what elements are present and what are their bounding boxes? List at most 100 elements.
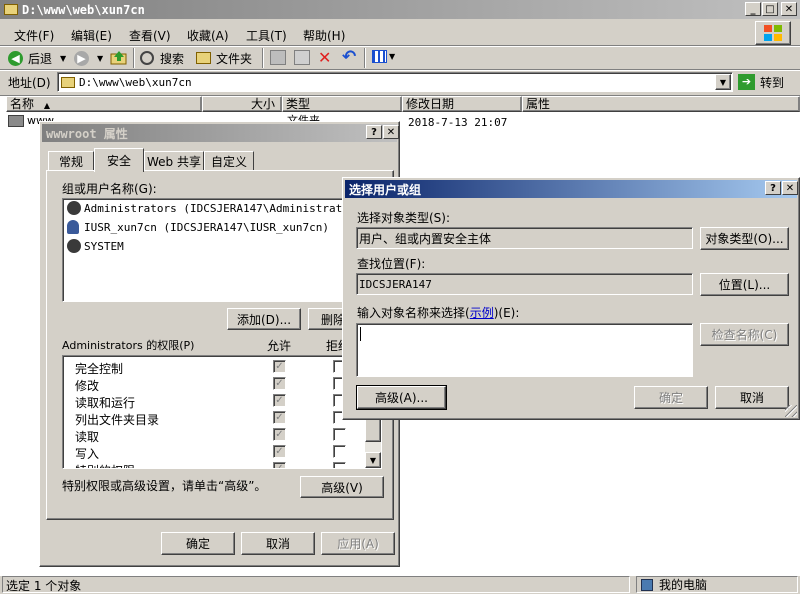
allow-checkbox[interactable]: ✓ xyxy=(273,462,286,468)
column-name[interactable]: 名称 ▲ xyxy=(6,96,202,112)
address-field[interactable]: D:\www\web\xun7cn xyxy=(57,72,733,92)
search-icon xyxy=(140,51,154,65)
chevron-down-icon[interactable]: ▼ xyxy=(60,54,66,63)
select-users-titlebar: 选择用户或组 xyxy=(345,180,797,198)
folder-icon xyxy=(61,76,75,88)
list-item[interactable]: IUSR_xun7cn (IDCSJERA147\IUSR_xun7cn) xyxy=(67,220,329,234)
location-field: IDCSJERA147 xyxy=(356,273,693,295)
copy-to-icon[interactable] xyxy=(294,50,310,65)
address-dropdown[interactable]: ▼ xyxy=(715,74,731,90)
properties-title: wwwroot 属性 xyxy=(46,126,128,141)
allow-checkbox[interactable]: ✓ xyxy=(273,445,286,458)
permission-label: 读取 xyxy=(75,430,100,444)
permission-row: 完全控制 ✓ xyxy=(63,359,363,376)
advanced-button[interactable]: 高级(V) xyxy=(300,476,384,498)
chevron-down-icon: ▼ xyxy=(389,52,396,61)
back-arrow-icon: ◀ xyxy=(8,50,23,66)
list-item[interactable]: Administrators (IDCSJERA147\Administrato… xyxy=(67,201,362,215)
location-label: 查找位置(F): xyxy=(357,257,426,271)
search-button[interactable]: 搜索 xyxy=(140,49,184,67)
help-button[interactable]: ? xyxy=(366,125,382,139)
help-button[interactable]: ? xyxy=(765,181,781,195)
object-type-field: 用户、组或内置安全主体 xyxy=(356,227,693,249)
chevron-down-icon[interactable]: ▼ xyxy=(97,54,103,63)
check-names-button[interactable]: 检查名称(C) xyxy=(700,323,789,346)
examples-link[interactable]: 示例 xyxy=(470,306,494,320)
apply-button[interactable]: 应用(A) xyxy=(321,532,395,555)
permissions-list[interactable]: 完全控制✓修改✓读取和运行✓列出文件夹目录✓读取✓写入✓特别的权限✓ ▲ ▼ xyxy=(62,355,382,469)
allow-column-label: 允许 xyxy=(267,339,292,353)
tab-web-sharing[interactable]: Web 共享 xyxy=(144,151,204,171)
ok-button[interactable]: 确定 xyxy=(634,386,708,409)
locations-button[interactable]: 位置(L)... xyxy=(700,273,789,296)
move-to-icon[interactable] xyxy=(270,50,286,65)
menu-tools[interactable]: 工具(T) xyxy=(246,27,287,44)
permission-row: 读取和运行 ✓ xyxy=(63,393,363,410)
undo-icon[interactable]: ↶ xyxy=(342,47,356,67)
menu-file[interactable]: 文件(F) xyxy=(14,27,54,44)
deny-checkbox[interactable] xyxy=(333,462,346,468)
user-icon xyxy=(67,220,79,234)
status-location: 我的电脑 xyxy=(659,578,708,592)
go-arrow-icon: ➔ xyxy=(738,74,755,90)
allow-checkbox[interactable]: ✓ xyxy=(273,428,286,441)
close-button[interactable]: ✕ xyxy=(781,2,797,16)
object-names-input[interactable] xyxy=(356,323,693,377)
permission-label: 完全控制 xyxy=(75,362,124,376)
permission-row: 特别的权限 ✓ xyxy=(63,461,363,468)
user-list[interactable]: Administrators (IDCSJERA147\Administrato… xyxy=(62,198,380,302)
enter-names-label: 输入对象名称来选择(示例)(E): xyxy=(357,306,520,320)
cancel-button[interactable]: 取消 xyxy=(715,386,789,409)
search-label: 搜索 xyxy=(160,51,185,66)
advanced-hint: 特别权限或高级设置，请单击“高级”。 xyxy=(62,479,267,493)
group-label: 组或用户名称(G): xyxy=(62,182,157,196)
menu-favorites[interactable]: 收藏(A) xyxy=(187,27,229,44)
go-button[interactable]: ➔ 转到 xyxy=(738,73,784,91)
permission-label: 读取和运行 xyxy=(75,396,136,410)
allow-checkbox[interactable]: ✓ xyxy=(273,360,286,373)
folder-icon xyxy=(196,52,211,64)
menu-edit[interactable]: 编辑(E) xyxy=(71,27,112,44)
minimize-button[interactable]: _ xyxy=(745,2,761,16)
resize-grip[interactable] xyxy=(785,405,797,417)
allow-checkbox[interactable]: ✓ xyxy=(273,394,286,407)
column-date[interactable]: 修改日期 xyxy=(402,96,522,112)
explorer-title: D:\www\web\xun7cn xyxy=(22,2,145,17)
forward-button[interactable]: ▶ ▼ xyxy=(74,49,103,67)
tab-security[interactable]: 安全 xyxy=(94,148,144,172)
list-item[interactable]: SYSTEM xyxy=(67,239,124,253)
advanced-button[interactable]: 高级(A)... xyxy=(356,385,447,410)
menu-view[interactable]: 查看(V) xyxy=(129,27,171,44)
folder-icon xyxy=(8,114,24,127)
forward-arrow-icon: ▶ xyxy=(74,50,89,66)
windows-logo xyxy=(755,21,791,45)
ok-button[interactable]: 确定 xyxy=(161,532,235,555)
delete-icon[interactable]: ✕ xyxy=(318,48,331,67)
up-folder-icon[interactable] xyxy=(110,49,128,66)
close-button[interactable]: ✕ xyxy=(782,181,798,195)
tab-customize[interactable]: 自定义 xyxy=(204,151,254,171)
back-button[interactable]: ◀ 后退 ▼ xyxy=(8,49,66,67)
deny-checkbox[interactable] xyxy=(333,445,346,458)
object-types-button[interactable]: 对象类型(O)... xyxy=(700,227,789,250)
allow-checkbox[interactable]: ✓ xyxy=(273,377,286,390)
column-type[interactable]: 类型 xyxy=(282,96,402,112)
properties-titlebar: wwwroot 属性 xyxy=(42,124,397,142)
cancel-button[interactable]: 取消 xyxy=(241,532,315,555)
views-icon[interactable]: ▼ xyxy=(372,50,395,63)
permission-label: 列出文件夹目录 xyxy=(75,413,160,427)
allow-checkbox[interactable]: ✓ xyxy=(273,411,286,424)
column-size[interactable]: 大小 xyxy=(202,96,282,112)
folder-icon xyxy=(4,4,18,15)
maximize-button[interactable]: □ xyxy=(762,2,778,16)
scroll-down-arrow[interactable]: ▼ xyxy=(365,452,381,468)
close-button[interactable]: ✕ xyxy=(383,125,399,139)
permission-label: 写入 xyxy=(75,447,100,461)
column-attributes[interactable]: 属性 xyxy=(522,96,800,112)
tab-general[interactable]: 常规 xyxy=(48,151,94,171)
add-button[interactable]: 添加(D)... xyxy=(227,308,301,330)
menu-help[interactable]: 帮助(H) xyxy=(303,27,345,44)
permission-row: 列出文件夹目录 ✓ xyxy=(63,410,363,427)
folders-button[interactable]: 文件夹 xyxy=(196,49,252,67)
deny-checkbox[interactable] xyxy=(333,428,346,441)
